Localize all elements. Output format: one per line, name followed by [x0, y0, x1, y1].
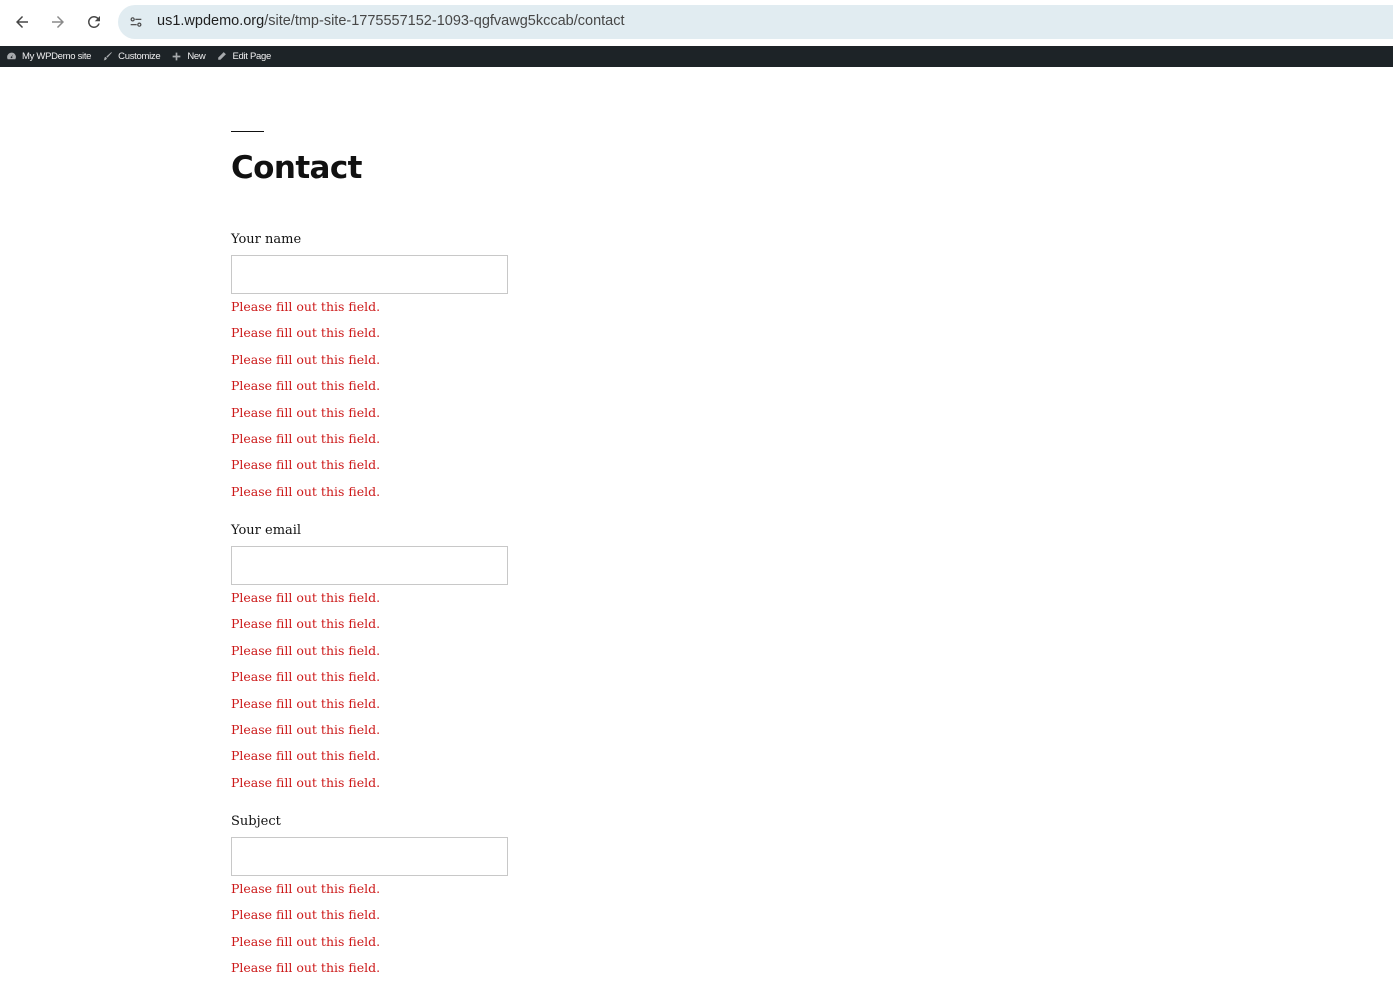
pencil-icon: [218, 52, 227, 61]
reload-icon: [87, 15, 100, 28]
error-message: Please fill out this field.: [231, 748, 381, 764]
error-list: Please fill out this field. Please fill o…: [231, 880, 731, 987]
admin-bar-label: Customize: [118, 51, 161, 62]
error-message: Please fill out this field.: [231, 881, 381, 896]
url-text[interactable]: us1.wpdemo.org/site/tmp-site-1775557152-…: [157, 13, 625, 29]
email-input[interactable]: [231, 546, 508, 585]
error-list: Please fill out this field. Please fill o…: [231, 298, 731, 509]
admin-bar-site-name[interactable]: My WPDemo site: [6, 46, 91, 67]
field-label: Subject: [231, 814, 281, 829]
name-input[interactable]: [231, 255, 508, 294]
error-message: Please fill out this field.: [231, 616, 381, 632]
error-message: Please fill out this field.: [231, 642, 381, 658]
url-host: us1.wpdemo.org: [157, 13, 265, 29]
error-message: Please fill out this field.: [231, 483, 381, 499]
error-message: Please fill out this field.: [231, 404, 381, 420]
error-message: Please fill out this field.: [231, 669, 381, 685]
plus-icon: [173, 52, 181, 61]
error-message: Please fill out this field.: [231, 325, 381, 341]
error-message: Please fill out this field.: [231, 960, 381, 976]
error-list: Please fill out this field. Please fill o…: [231, 589, 731, 800]
error-message: Please fill out this field.: [231, 351, 381, 367]
admin-bar-edit-page[interactable]: Edit Page: [216, 46, 271, 67]
dashboard-icon: [7, 52, 16, 60]
admin-bar-label: New: [187, 51, 206, 62]
error-message: Please fill out this field.: [231, 933, 381, 949]
error-message: Please fill out this field.: [231, 299, 381, 314]
site-info-button[interactable]: [126, 12, 146, 32]
forward-button[interactable]: [46, 10, 70, 34]
subject-input[interactable]: [231, 837, 508, 876]
field-label: Your email: [231, 523, 302, 538]
error-message: Please fill out this field.: [231, 430, 381, 446]
field-subject: Subject Please fill out this field. Pleas…: [231, 810, 731, 987]
field-your-name: Your name Please fill out this field. Ple…: [231, 228, 731, 509]
error-message: Please fill out this field.: [231, 590, 381, 605]
tune-icon: [130, 17, 142, 27]
title-separator: [231, 131, 264, 132]
admin-bar-label: Edit Page: [232, 51, 271, 62]
arrow-right-icon: [52, 16, 64, 28]
error-message: Please fill out this field.: [231, 907, 381, 923]
arrow-left-icon: [16, 16, 28, 28]
reload-button[interactable]: [82, 10, 106, 34]
error-message: Please fill out this field.: [231, 378, 381, 394]
browser-toolbar: us1.wpdemo.org/site/tmp-site-1775557152-…: [0, 0, 1393, 46]
page-title: Contact: [231, 150, 362, 186]
address-bar[interactable]: us1.wpdemo.org/site/tmp-site-1775557152-…: [118, 5, 1393, 39]
field-label: Your name: [231, 232, 302, 247]
url-path: /site/tmp-site-1775557152-1093-qgfvawg5k…: [264, 13, 625, 29]
admin-bar-new[interactable]: New: [171, 46, 206, 67]
error-message: Please fill out this field.: [231, 721, 381, 737]
back-button[interactable]: [10, 10, 34, 34]
admin-bar-customize[interactable]: Customize: [102, 46, 161, 67]
admin-bar-label: My WPDemo site: [22, 51, 92, 62]
error-message: Please fill out this field.: [231, 774, 381, 790]
wp-admin-bar: My WPDemo site Customize New Edit Page: [0, 46, 1393, 67]
field-your-email: Your email Please fill out this field. Pl…: [231, 519, 731, 800]
error-message: Please fill out this field.: [231, 457, 381, 473]
error-message: Please fill out this field.: [231, 695, 381, 711]
paintbrush-icon: [103, 52, 113, 61]
